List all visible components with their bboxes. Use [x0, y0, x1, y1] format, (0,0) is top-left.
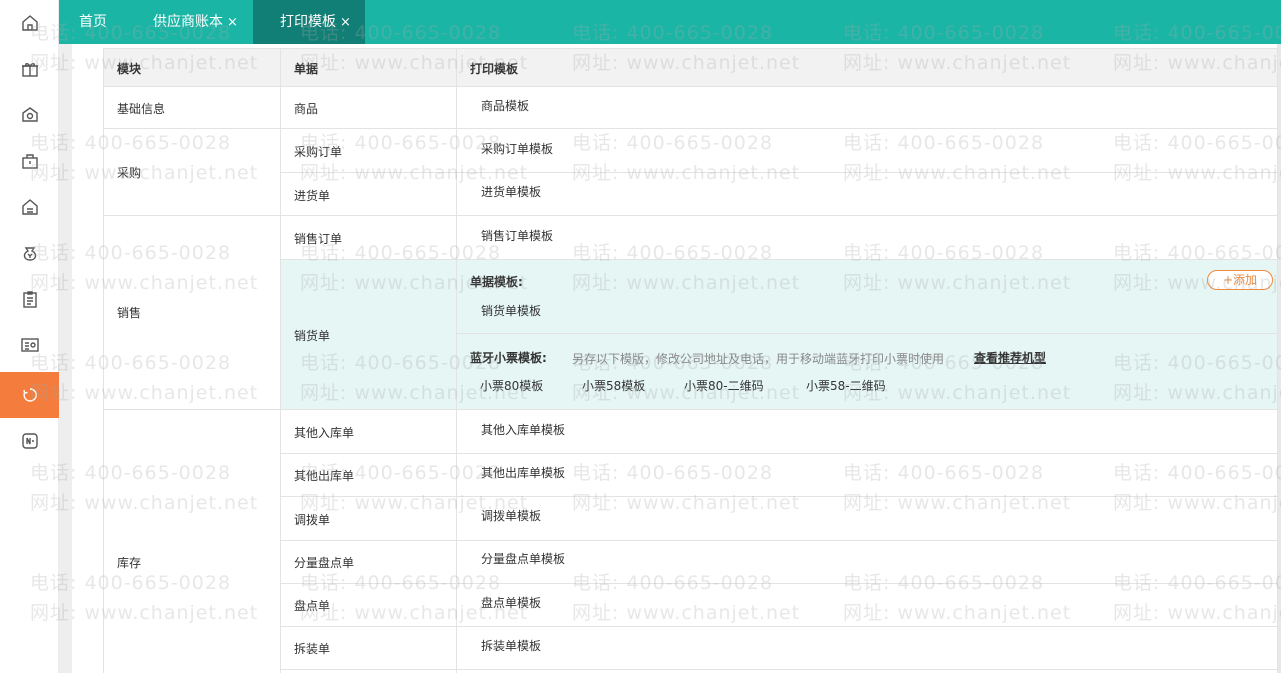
gutter — [59, 0, 72, 673]
doc-other-inbound: 其他入库单 — [294, 426, 355, 440]
doc-product: 商品 — [294, 102, 319, 116]
doc-stock-count: 盘点单 — [294, 599, 331, 613]
add-template-button[interactable]: +添加 — [1207, 270, 1273, 290]
header-module: 模块 — [117, 62, 142, 76]
template-link[interactable]: 盘点单模板 — [481, 594, 541, 611]
bt-template-item[interactable]: 小票58模板 — [582, 377, 645, 394]
template-link[interactable]: 其他出库单模板 — [481, 464, 565, 481]
doc-transfer: 调拨单 — [294, 513, 331, 527]
template-link[interactable]: 拆装单模板 — [481, 637, 541, 654]
doc-sales-order: 销售订单 — [294, 232, 343, 246]
warehouse-icon[interactable] — [0, 184, 59, 230]
id-card-icon[interactable] — [0, 322, 59, 368]
bluetooth-template-note: 另存以下模版，修改公司地址及电话，用于移动端蓝牙打印小票时使用 — [572, 352, 945, 366]
doc-partial-count: 分量盘点单 — [294, 556, 355, 570]
template-link[interactable]: 销售订单模板 — [481, 227, 553, 244]
clipboard-icon[interactable] — [0, 276, 59, 322]
close-icon[interactable]: × — [227, 15, 238, 30]
tab-print-template[interactable]: 打印模板 × — [253, 0, 365, 44]
view-recommended-models-link[interactable]: 查看推荐机型 — [974, 349, 1046, 366]
header-document: 单据 — [294, 62, 319, 76]
doc-assembly: 拆装单 — [294, 642, 331, 656]
money-bag-icon[interactable] — [0, 230, 59, 276]
template-link[interactable]: 调拨单模板 — [481, 507, 541, 524]
tab-label: 首页 — [79, 14, 107, 30]
template-link[interactable]: 分量盘点单模板 — [481, 550, 565, 567]
side-nav — [0, 0, 59, 673]
new-badge-icon[interactable] — [0, 418, 59, 464]
doc-purchase-receipt: 进货单 — [294, 189, 331, 203]
tab-bar: 首页 供应商账本 × 打印模板 × — [59, 0, 1281, 44]
doc-template-title: 单据模板: — [470, 275, 523, 289]
bluetooth-template-title: 蓝牙小票模板: — [470, 351, 547, 365]
module-inventory: 库存 — [117, 556, 142, 570]
tab-supplier-ledger[interactable]: 供应商账本 × — [153, 0, 238, 44]
template-link[interactable]: 进货单模板 — [481, 183, 541, 200]
loading-icon[interactable] — [0, 372, 59, 418]
print-template-table: 模块 单据 打印模板 基础信息 采购 销售 库存 商品 采购订单 进货单 销售订… — [103, 48, 1278, 673]
tab-home[interactable]: 首页 — [79, 0, 107, 44]
tab-label: 供应商账本 — [153, 14, 223, 30]
module-sales: 销售 — [117, 306, 142, 320]
template-link[interactable]: 采购订单模板 — [481, 140, 553, 157]
bt-template-item[interactable]: 小票80-二维码 — [684, 377, 764, 394]
doc-other-outbound: 其他出库单 — [294, 469, 355, 483]
header-print-template: 打印模板 — [470, 62, 519, 76]
doc-sales-invoice: 销货单 — [294, 329, 331, 343]
template-link[interactable]: 销货单模板 — [481, 302, 541, 319]
template-link[interactable]: 商品模板 — [481, 97, 529, 114]
home-icon[interactable] — [0, 0, 59, 46]
gift-icon[interactable] — [0, 46, 59, 92]
bt-template-item[interactable]: 小票80模板 — [480, 377, 543, 394]
box-icon[interactable] — [0, 92, 59, 138]
bt-template-item[interactable]: 小票58-二维码 — [806, 377, 886, 394]
close-icon[interactable]: × — [340, 15, 351, 30]
module-purchase: 采购 — [117, 166, 142, 180]
shopping-bag-icon[interactable] — [0, 138, 59, 184]
sales-invoice-row-highlight — [280, 259, 1278, 409]
tab-label: 打印模板 — [280, 14, 336, 30]
template-link[interactable]: 其他入库单模板 — [481, 421, 565, 438]
doc-purchase-order: 采购订单 — [294, 145, 343, 159]
module-basic-info: 基础信息 — [117, 102, 166, 116]
